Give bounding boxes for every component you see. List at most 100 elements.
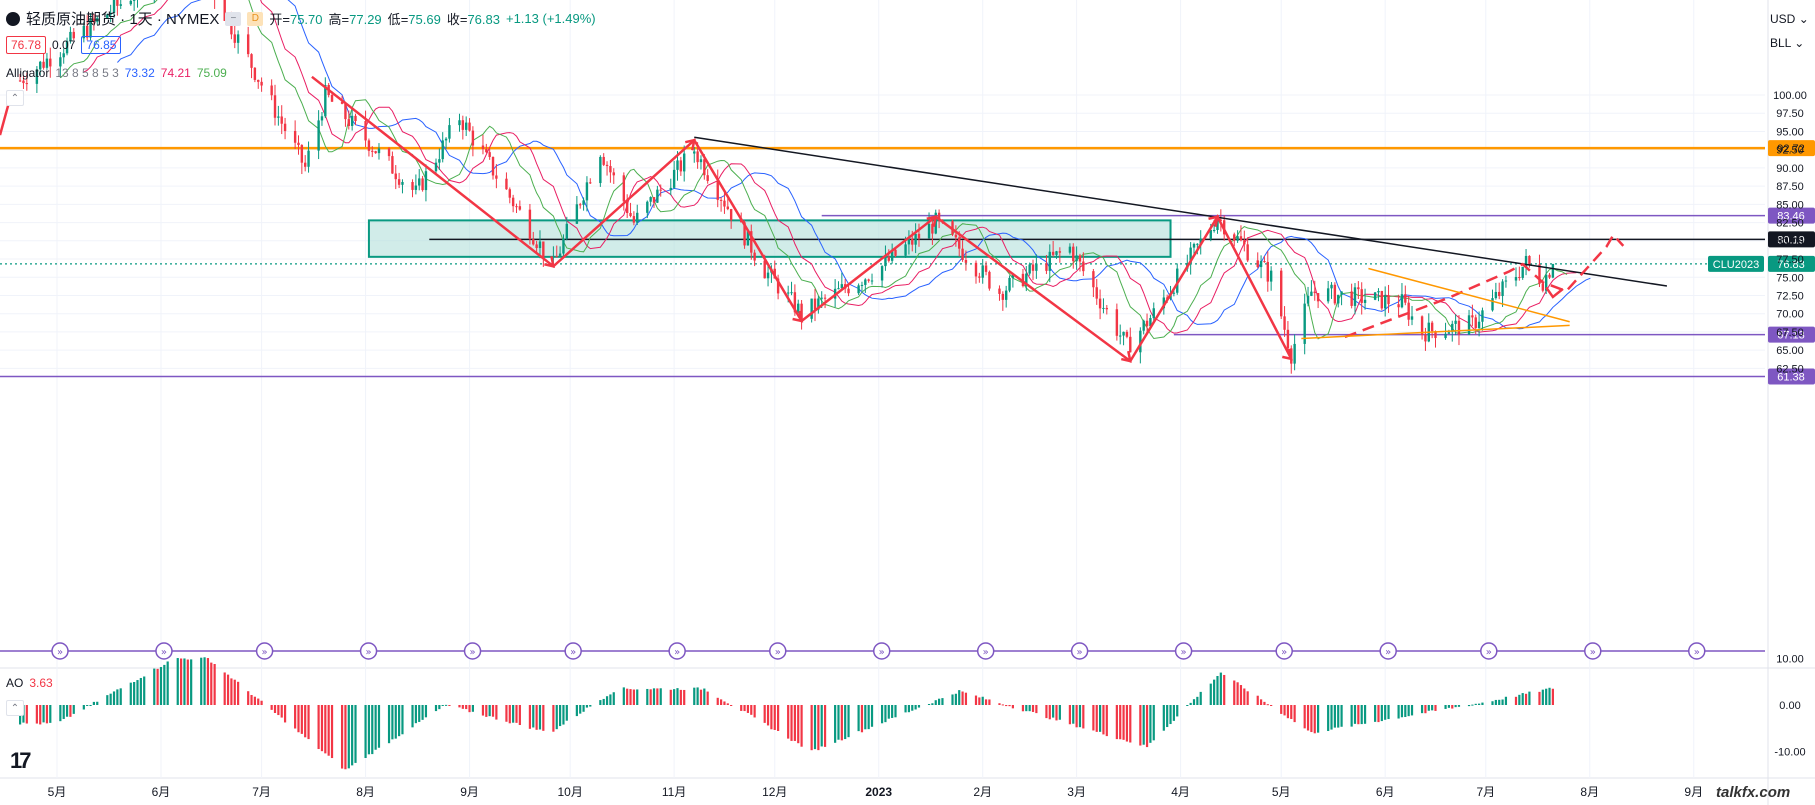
collapse-icon[interactable]: − [225,11,242,26]
price-tick-label: 95.00 [1776,126,1804,138]
unit-select[interactable]: BLL ⌄ [1770,36,1804,50]
ao-bar [1420,705,1424,714]
ao-bar [1162,705,1165,731]
ohlc-high: 高=77.29 [328,12,382,27]
ao-collapse: ⌃ [6,700,24,716]
ao-bar [1397,705,1400,719]
ao-bar [391,705,394,740]
ao-bar [200,657,203,705]
ask-price[interactable]: 76.85 [81,36,122,54]
ao-bar [324,705,327,754]
candle [464,122,468,130]
candle [1055,251,1058,255]
ao-bar [1353,705,1357,724]
candle [300,145,304,163]
ao-bar [230,678,233,705]
ao-bar [730,705,733,706]
chevron-up-icon[interactable]: ⌃ [6,700,24,716]
candle [1337,294,1340,304]
ao-bar [1491,701,1494,705]
ao-bar [528,705,532,729]
price-chart[interactable]: » » » » » » » » » » » » » » » » » 92.7283.4680.1967.1361… [0,0,1815,805]
ao-bar [488,705,491,717]
ao-bar [1246,691,1249,705]
ao-bar [49,705,52,723]
ao-bar [1145,705,1149,748]
ao-bar [96,701,99,705]
candle [485,149,488,153]
ao-bar [129,682,132,705]
ao-bar [632,689,635,705]
ao-bar [1129,705,1132,743]
candle [260,81,263,86]
ao-bar [1209,683,1212,705]
candle [1353,287,1357,306]
ao-bar [1239,685,1243,705]
symbol-title: 轻质原油期货 · 1天 · NYMEX [26,11,220,28]
candle [1313,291,1316,294]
candle [303,162,307,167]
candle [887,256,890,261]
ao-bar [1538,691,1541,705]
ao-bar [1498,699,1501,705]
ao-bar [491,705,495,717]
ao-bar [696,687,699,705]
ao-bar [1266,704,1269,706]
day-button[interactable]: D [247,11,264,26]
ao-bar [699,689,703,705]
candle [582,200,585,205]
candle [1467,315,1471,335]
ao-bar [1474,703,1477,705]
ao-bar [354,705,357,763]
ao-bar [351,705,354,766]
candle [1316,293,1320,302]
candle [602,156,605,165]
ao-bar [1447,705,1451,708]
ao-bar [1541,689,1544,705]
ohlc-open: 开=75.70 [269,12,323,27]
candle [1125,331,1129,337]
time-tick-label: 6月 [1376,785,1395,799]
ao-bar [179,658,183,705]
ao-bar [683,689,686,705]
ao-bar [726,703,729,705]
ao-bar [1149,705,1152,743]
ao-legend: AO 3.63 [6,676,53,690]
ao-bar [998,703,1001,705]
ao-bar [770,705,773,730]
ao-bar [109,693,112,705]
candle [857,285,860,294]
candle [1095,287,1098,299]
price-tick-label: 67.50 [1776,327,1804,339]
ao-bar [159,667,163,705]
candle [978,276,981,278]
candle [605,164,609,167]
candle [1541,283,1545,291]
ao-bar [374,705,377,750]
ao-bar [766,705,770,726]
candle [542,241,545,258]
candle [438,159,441,163]
candle [1236,236,1239,241]
ao-bar [1098,705,1102,732]
ao-bar [62,705,65,719]
ao-bar [1072,705,1075,724]
ao-bar [283,705,287,723]
candle [870,280,874,282]
candle [132,0,136,1]
candle [1477,321,1481,329]
candle [1243,240,1246,245]
ao-bar [612,692,615,705]
bid-price[interactable]: 76.78 [6,36,47,54]
currency-select[interactable]: USD ⌄ [1770,12,1809,26]
candle [253,67,257,80]
candle [1072,246,1075,262]
ao-bar [646,688,649,705]
ao-bar [448,705,451,706]
spread: 0.07 [52,38,76,52]
ao-bar [69,705,72,717]
ao-bar [609,694,612,705]
time-tick-label: 11月 [662,785,686,799]
ao-bar [398,705,401,737]
chevron-up-icon[interactable]: ⌃ [6,90,24,106]
